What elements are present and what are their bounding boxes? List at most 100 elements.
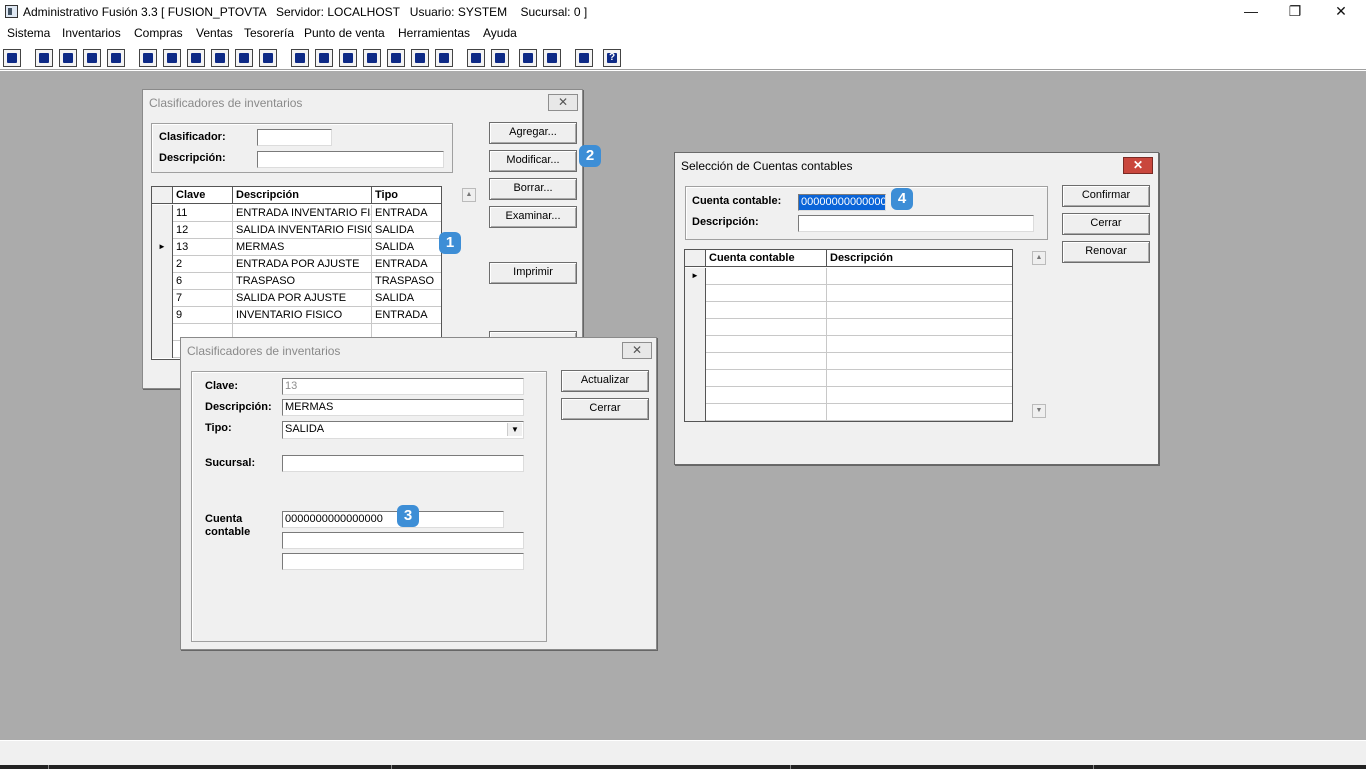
- examinar-button[interactable]: Examinar...: [489, 206, 577, 228]
- minimize-button[interactable]: —: [1228, 0, 1274, 24]
- scroll-up-icon[interactable]: ▲: [462, 188, 476, 202]
- descripcion-label: Descripción:: [692, 216, 759, 228]
- table-row[interactable]: 9 INVENTARIO FISICO ENTRADA: [152, 307, 441, 324]
- chevron-down-icon[interactable]: ▼: [507, 423, 522, 436]
- printer-icon[interactable]: [211, 49, 229, 67]
- table-row[interactable]: 2 ENTRADA POR AJUSTE ENTRADA: [152, 256, 441, 273]
- user-icon[interactable]: [139, 49, 157, 67]
- transfer-icon[interactable]: [83, 49, 101, 67]
- close-icon[interactable]: ✕: [622, 342, 652, 359]
- agregar-button[interactable]: Agregar...: [489, 122, 577, 144]
- export-icon[interactable]: [187, 49, 205, 67]
- dollar-icon[interactable]: [387, 49, 405, 67]
- imprimir-button[interactable]: Imprimir: [489, 262, 577, 284]
- modificar-button[interactable]: Modificar...: [489, 150, 577, 172]
- descripcion-input[interactable]: MERMAS: [282, 399, 524, 416]
- toolbar: [0, 44, 1366, 70]
- refresh-icon[interactable]: [519, 49, 537, 67]
- menu-tesoreria[interactable]: Tesorería: [244, 26, 294, 40]
- report-icon[interactable]: [411, 49, 429, 67]
- col-descripcion[interactable]: Descripción: [233, 187, 372, 204]
- cerrar-button[interactable]: Cerrar: [561, 398, 649, 420]
- restore-button[interactable]: ❐: [1272, 0, 1318, 24]
- col-cuenta-contable[interactable]: Cuenta contable: [706, 250, 827, 267]
- cuenta-extra-input-1[interactable]: [282, 532, 524, 549]
- undo-icon[interactable]: [543, 49, 561, 67]
- col-descripcion[interactable]: Descripción: [827, 250, 1012, 267]
- confirmar-button[interactable]: Confirmar: [1062, 185, 1150, 207]
- box-icon[interactable]: [315, 49, 333, 67]
- table-row[interactable]: 7 SALIDA POR AJUSTE SALIDA: [152, 290, 441, 307]
- dialog-caption: Clasificadores de inventarios ✕: [181, 338, 656, 362]
- table-row[interactable]: [685, 404, 1012, 421]
- folder-icon[interactable]: [163, 49, 181, 67]
- renovar-button[interactable]: Renovar: [1062, 241, 1150, 263]
- col-clave[interactable]: Clave: [173, 187, 233, 204]
- scroll-up-icon[interactable]: ▲: [1032, 251, 1046, 265]
- clipboard-icon[interactable]: [59, 49, 77, 67]
- borrar-button[interactable]: Borrar...: [489, 178, 577, 200]
- table-row[interactable]: 12 SALIDA INVENTARIO FISICO SALIDA: [152, 222, 441, 239]
- actualizar-button[interactable]: Actualizar: [561, 370, 649, 392]
- menu-sistema[interactable]: Sistema: [7, 26, 50, 40]
- clasificador-label: Clasificador:: [159, 131, 226, 143]
- scroll-down-icon[interactable]: ▼: [1032, 404, 1046, 418]
- table-row[interactable]: [685, 370, 1012, 387]
- contable-label: contable: [205, 526, 251, 538]
- col-tipo[interactable]: Tipo: [372, 187, 441, 204]
- import-icon[interactable]: [339, 49, 357, 67]
- help-icon[interactable]: [603, 49, 621, 67]
- window-icon[interactable]: [35, 49, 53, 67]
- grid-scrollbar[interactable]: ▲: [461, 186, 477, 360]
- table-row[interactable]: 11 ENTRADA INVENTARIO FISICO ENTRADA: [152, 205, 441, 222]
- table-row[interactable]: [685, 387, 1012, 404]
- close-button[interactable]: ✕: [1318, 0, 1364, 24]
- table-row[interactable]: 6 TRASPASO TRASPASO: [152, 273, 441, 290]
- document-icon[interactable]: [235, 49, 253, 67]
- cuentas-contables-dialog: Selección de Cuentas contables ✕ Cuenta …: [674, 152, 1159, 465]
- cerrar-button[interactable]: Cerrar: [1062, 213, 1150, 235]
- table-row[interactable]: [685, 285, 1012, 302]
- table-row-selected[interactable]: ► 13 MERMAS SALIDA: [152, 239, 441, 256]
- clasificador-input[interactable]: [257, 129, 332, 146]
- clave-input[interactable]: 13: [282, 378, 524, 395]
- tipo-label: Tipo:: [205, 422, 232, 434]
- dialog-caption: Selección de Cuentas contables ✕: [675, 153, 1158, 177]
- table-row[interactable]: [685, 302, 1012, 319]
- list-icon[interactable]: [259, 49, 277, 67]
- table-row[interactable]: [685, 336, 1012, 353]
- descripcion-input[interactable]: [257, 151, 444, 168]
- users-icon[interactable]: [291, 49, 309, 67]
- descripcion-input[interactable]: [798, 215, 1034, 232]
- menu-punto-de-venta[interactable]: Punto de venta: [304, 26, 385, 40]
- grid-scrollbar[interactable]: ▲ ▼: [1031, 249, 1047, 422]
- clave-label: Clave:: [205, 380, 239, 392]
- menu-compras[interactable]: Compras: [134, 26, 183, 40]
- cuenta-label: Cuenta: [205, 513, 243, 525]
- table-icon[interactable]: [435, 49, 453, 67]
- back-arrow-icon[interactable]: [575, 49, 593, 67]
- close-icon[interactable]: ✕: [548, 94, 578, 111]
- status-bar: [0, 740, 1366, 769]
- menu-ventas[interactable]: Ventas: [196, 26, 233, 40]
- table-row[interactable]: [685, 353, 1012, 370]
- descripcion-label: Descripción:: [205, 401, 272, 413]
- tipo-select[interactable]: SALIDA ▼: [282, 421, 524, 439]
- calculator-icon[interactable]: [3, 49, 21, 67]
- table-row[interactable]: ►: [685, 268, 1012, 285]
- cuenta-extra-input-2[interactable]: [282, 553, 524, 570]
- table-row[interactable]: [685, 319, 1012, 336]
- sucursal-input[interactable]: [282, 455, 524, 472]
- add-icon[interactable]: [363, 49, 381, 67]
- menu-inventarios[interactable]: Inventarios: [62, 26, 121, 40]
- menu-ayuda[interactable]: Ayuda: [483, 26, 517, 40]
- cuenta-contable-input[interactable]: 0000000000000000: [798, 194, 886, 211]
- search-icon[interactable]: [107, 49, 125, 67]
- cuenta-contable-input[interactable]: 0000000000000000: [282, 511, 504, 528]
- step-badge-2: 2: [579, 145, 601, 167]
- cuenta-contable-label: Cuenta contable:: [692, 195, 782, 207]
- menu-herramientas[interactable]: Herramientas: [398, 26, 470, 40]
- zoom-icon[interactable]: [491, 49, 509, 67]
- home-icon[interactable]: [467, 49, 485, 67]
- close-icon[interactable]: ✕: [1123, 157, 1153, 174]
